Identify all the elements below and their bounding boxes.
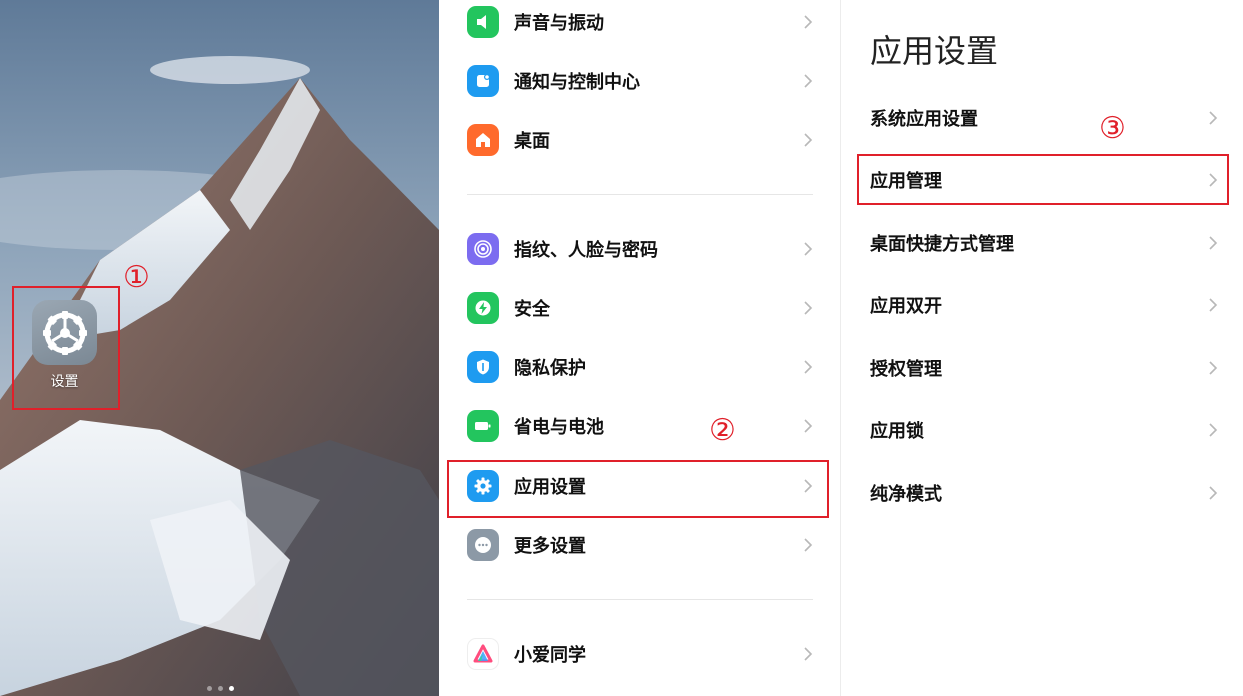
- chevron-right-icon: [804, 74, 813, 88]
- chevron-right-icon: [1209, 111, 1218, 125]
- section-divider: [467, 194, 813, 195]
- fingerprint-icon: [467, 233, 499, 265]
- page-dot-active: [229, 686, 234, 691]
- settings-item-label: 通知与控制中心: [514, 72, 640, 93]
- battery-icon: [467, 410, 499, 442]
- settings-item-sound[interactable]: 声音与振动: [467, 0, 813, 44]
- settings-item-xiaoai[interactable]: 小爱同学: [467, 632, 813, 676]
- chevron-right-icon: [1209, 423, 1218, 437]
- step-3-marker: ③: [1099, 111, 1126, 146]
- step-2-marker: ②: [709, 413, 736, 448]
- step-1-marker: ①: [123, 260, 150, 295]
- home-screen: 设置 ①: [0, 0, 439, 696]
- chevron-right-icon: [804, 242, 813, 256]
- section-divider: [467, 599, 813, 600]
- settings-item-label: 更多设置: [514, 536, 586, 557]
- app-settings-item-label: 授权管理: [870, 359, 942, 380]
- page-indicator: [207, 686, 234, 691]
- settings-item-label: 桌面: [514, 131, 550, 152]
- app-settings-item-label: 纯净模式: [870, 484, 942, 505]
- settings-screen: 声音与振动 通知与控制中心 桌面 指纹、人脸与密码 安全 隐私保护 省电与电池 …: [439, 0, 841, 696]
- app-settings-item-label: 系统应用设置: [870, 109, 978, 130]
- chevron-right-icon: [804, 419, 813, 433]
- app-settings-item-label: 应用锁: [870, 421, 924, 442]
- settings-item-label: 指纹、人脸与密码: [514, 240, 658, 261]
- home-icon: [467, 124, 499, 156]
- chevron-right-icon: [804, 15, 813, 29]
- settings-item-notifications[interactable]: 通知与控制中心: [467, 59, 813, 103]
- settings-item-fingerprint[interactable]: 指纹、人脸与密码: [467, 227, 813, 271]
- chevron-right-icon: [804, 360, 813, 374]
- app-settings-item-pure-mode[interactable]: 纯净模式: [870, 471, 1218, 515]
- sound-icon: [467, 6, 499, 38]
- highlight-box-step-1: [12, 286, 120, 410]
- page-title: 应用设置: [870, 32, 999, 70]
- chevron-right-icon: [1209, 486, 1218, 500]
- chevron-right-icon: [1209, 298, 1218, 312]
- chevron-right-icon: [1209, 236, 1218, 250]
- more-icon: [467, 529, 499, 561]
- app-settings-item-system-apps[interactable]: 系统应用设置: [870, 96, 1218, 140]
- settings-item-desktop[interactable]: 桌面: [467, 118, 813, 162]
- settings-item-label: 声音与振动: [514, 13, 604, 34]
- app-settings-item-label: 桌面快捷方式管理: [870, 234, 1014, 255]
- settings-item-label: 省电与电池: [514, 417, 604, 438]
- chevron-right-icon: [804, 301, 813, 315]
- settings-item-more[interactable]: 更多设置: [467, 523, 813, 567]
- settings-item-label: 小爱同学: [514, 645, 586, 666]
- app-settings-item-dual-apps[interactable]: 应用双开: [870, 283, 1218, 327]
- settings-item-security[interactable]: 安全: [467, 286, 813, 330]
- highlight-box-step-2: [447, 460, 829, 518]
- settings-item-privacy[interactable]: 隐私保护: [467, 345, 813, 389]
- page-dot: [218, 686, 223, 691]
- chevron-right-icon: [804, 538, 813, 552]
- chevron-right-icon: [804, 647, 813, 661]
- app-settings-item-shortcuts[interactable]: 桌面快捷方式管理: [870, 221, 1218, 265]
- app-settings-item-label: 应用双开: [870, 296, 942, 317]
- app-settings-screen: 应用设置 系统应用设置 ③ 应用管理 桌面快捷方式管理 应用双开 授权管理 应用…: [841, 0, 1243, 696]
- app-settings-item-app-lock[interactable]: 应用锁: [870, 408, 1218, 452]
- chevron-right-icon: [804, 133, 813, 147]
- settings-item-label: 安全: [514, 299, 550, 320]
- privacy-icon: [467, 351, 499, 383]
- page-dot: [207, 686, 212, 691]
- security-icon: [467, 292, 499, 324]
- chevron-right-icon: [1209, 361, 1218, 375]
- xiaoai-icon: [467, 638, 499, 670]
- settings-item-battery[interactable]: 省电与电池: [467, 404, 813, 448]
- settings-item-label: 隐私保护: [514, 358, 586, 379]
- app-settings-item-permissions[interactable]: 授权管理: [870, 346, 1218, 390]
- highlight-box-step-3: [857, 154, 1229, 205]
- notification-icon: [467, 65, 499, 97]
